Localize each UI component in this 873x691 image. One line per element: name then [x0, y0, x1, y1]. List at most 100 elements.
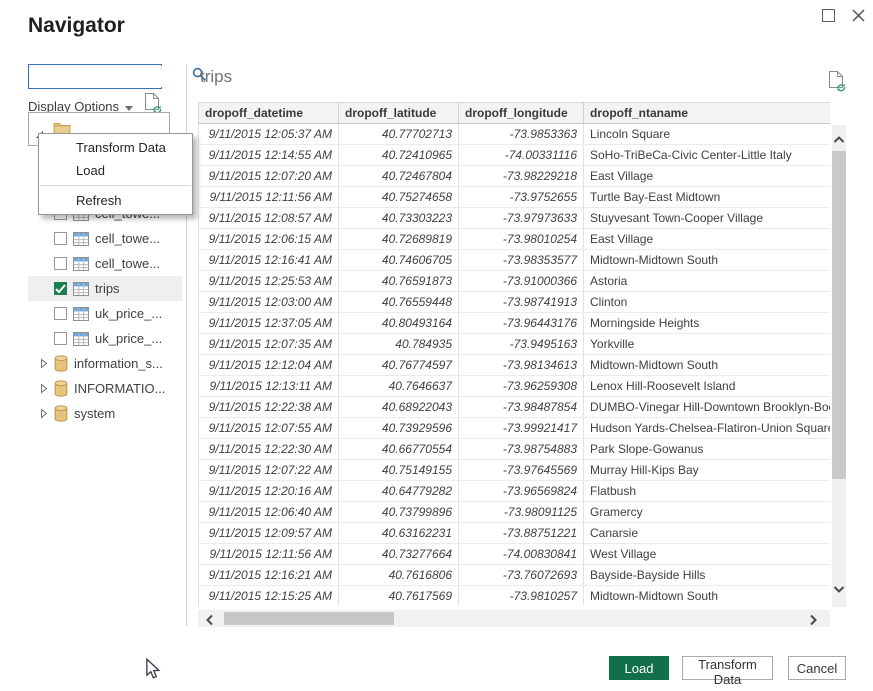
cell: 9/11/2015 12:07:35 AM	[199, 334, 339, 355]
cell: 40.68922043	[339, 397, 459, 418]
vertical-scrollbar[interactable]	[832, 125, 846, 607]
cell: 9/11/2015 12:06:15 AM	[199, 229, 339, 250]
transform-data-button[interactable]: Transform Data	[682, 656, 773, 680]
cell: 40.73799896	[339, 502, 459, 523]
cell: 40.7616806	[339, 565, 459, 586]
cell: -73.98353577	[459, 250, 584, 271]
table-row: 9/11/2015 12:06:40 AM40.73799896-73.9809…	[199, 502, 831, 523]
horizontal-scroll-thumb[interactable]	[224, 612, 394, 625]
cell: -73.9810257	[459, 586, 584, 607]
table-icon	[73, 257, 89, 271]
cell: 9/11/2015 12:37:05 AM	[199, 313, 339, 334]
checkbox-unchecked[interactable]	[54, 257, 67, 270]
column-header: dropoff_longitude	[459, 103, 584, 124]
table-row: 9/11/2015 12:13:11 AM40.7646637-73.96259…	[199, 376, 831, 397]
cell: 9/11/2015 12:14:55 AM	[199, 145, 339, 166]
database-icon	[54, 355, 68, 372]
tree-item[interactable]: information_s...	[28, 351, 182, 376]
cell: 40.72410965	[339, 145, 459, 166]
cell: 9/11/2015 12:12:04 AM	[199, 355, 339, 376]
close-icon[interactable]	[850, 7, 867, 24]
menu-item[interactable]: Load	[39, 159, 192, 182]
tree-item[interactable]: uk_price_...	[28, 326, 182, 351]
cell: -73.98754883	[459, 439, 584, 460]
cell: Morningside Heights	[584, 313, 831, 334]
table-row: 9/11/2015 12:14:55 AM40.72410965-74.0033…	[199, 145, 831, 166]
cell: Canarsie	[584, 523, 831, 544]
load-button[interactable]: Load	[609, 656, 669, 680]
cell: 9/11/2015 12:11:56 AM	[199, 544, 339, 565]
refresh-data-icon[interactable]	[828, 70, 846, 97]
cell: 9/11/2015 12:08:57 AM	[199, 208, 339, 229]
table-row: 9/11/2015 12:03:00 AM40.76559448-73.9874…	[199, 292, 831, 313]
table-icon	[73, 282, 89, 296]
cell: 40.784935	[339, 334, 459, 355]
scroll-left-icon[interactable]	[205, 613, 214, 631]
cell: 9/11/2015 12:22:38 AM	[199, 397, 339, 418]
cell: Flatbush	[584, 481, 831, 502]
cell: 40.73277664	[339, 544, 459, 565]
tree-item-label: INFORMATIO...	[74, 381, 165, 396]
chevron-right-icon	[40, 408, 48, 419]
cell: 9/11/2015 12:07:20 AM	[199, 166, 339, 187]
horizontal-scrollbar[interactable]	[198, 610, 830, 627]
database-icon	[54, 380, 68, 397]
cell: 9/11/2015 12:16:21 AM	[199, 565, 339, 586]
cell: 9/11/2015 12:20:16 AM	[199, 481, 339, 502]
cell: 40.76591873	[339, 271, 459, 292]
cell: 9/11/2015 12:13:11 AM	[199, 376, 339, 397]
table-icon	[73, 232, 89, 246]
table-row: 9/11/2015 12:07:35 AM40.784935-73.949516…	[199, 334, 831, 355]
chevron-right-icon	[40, 383, 48, 394]
cell: 40.72467804	[339, 166, 459, 187]
checkbox-checked[interactable]	[54, 282, 67, 295]
cell: -73.96443176	[459, 313, 584, 334]
cell: 9/11/2015 12:03:00 AM	[199, 292, 339, 313]
column-header: dropoff_ntaname	[584, 103, 831, 124]
tree-item[interactable]: cell_towe...	[28, 251, 182, 276]
maximize-icon[interactable]	[822, 9, 835, 22]
cell: 40.7646637	[339, 376, 459, 397]
table-row: 9/11/2015 12:11:56 AM40.75274658-73.9752…	[199, 187, 831, 208]
cell: -73.98741913	[459, 292, 584, 313]
tree-item[interactable]: cell_towe...	[28, 226, 182, 251]
tree-item[interactable]: system	[28, 401, 182, 426]
table-row: 9/11/2015 12:11:56 AM40.73277664-74.0083…	[199, 544, 831, 565]
vertical-scroll-thumb[interactable]	[832, 151, 846, 479]
cell: Stuyvesant Town-Cooper Village	[584, 208, 831, 229]
table-row: 9/11/2015 12:06:15 AM40.72689819-73.9801…	[199, 229, 831, 250]
cell: Clinton	[584, 292, 831, 313]
cancel-button[interactable]: Cancel	[788, 656, 846, 680]
checkbox-unchecked[interactable]	[54, 332, 67, 345]
menu-item[interactable]: Refresh	[39, 189, 192, 212]
cell: -73.96259308	[459, 376, 584, 397]
tree-item[interactable]: trips	[28, 276, 182, 301]
tree-item[interactable]: INFORMATIO...	[28, 376, 182, 401]
table-row: 9/11/2015 12:16:21 AM40.7616806-73.76072…	[199, 565, 831, 586]
table-row: 9/11/2015 12:22:38 AM40.68922043-73.9848…	[199, 397, 831, 418]
tree-item-label: uk_price_...	[95, 306, 162, 321]
cell: -73.9853363	[459, 124, 584, 145]
cell: Park Slope-Gowanus	[584, 439, 831, 460]
scroll-down-icon[interactable]	[833, 581, 845, 599]
scroll-right-icon[interactable]	[809, 613, 818, 631]
table-row: 9/11/2015 12:37:05 AM40.80493164-73.9644…	[199, 313, 831, 334]
cell: Bayside-Bayside Hills	[584, 565, 831, 586]
mouse-cursor	[145, 658, 161, 685]
tree-item[interactable]: uk_price_...	[28, 301, 182, 326]
menu-item[interactable]: Transform Data	[39, 136, 192, 159]
checkbox-unchecked[interactable]	[54, 232, 67, 245]
preview-title: trips	[200, 67, 232, 87]
search-input[interactable]	[29, 66, 192, 87]
cell: Yorkville	[584, 334, 831, 355]
chevron-right-icon	[40, 358, 48, 369]
cell: -74.00331116	[459, 145, 584, 166]
table-row: 9/11/2015 12:07:55 AM40.73929596-73.9992…	[199, 418, 831, 439]
dialog-title: Navigator	[28, 14, 125, 38]
tree-item-label: information_s...	[74, 356, 163, 371]
scroll-up-icon[interactable]	[833, 131, 845, 149]
cell: -73.98010254	[459, 229, 584, 250]
cell: West Village	[584, 544, 831, 565]
cell: Astoria	[584, 271, 831, 292]
checkbox-unchecked[interactable]	[54, 307, 67, 320]
